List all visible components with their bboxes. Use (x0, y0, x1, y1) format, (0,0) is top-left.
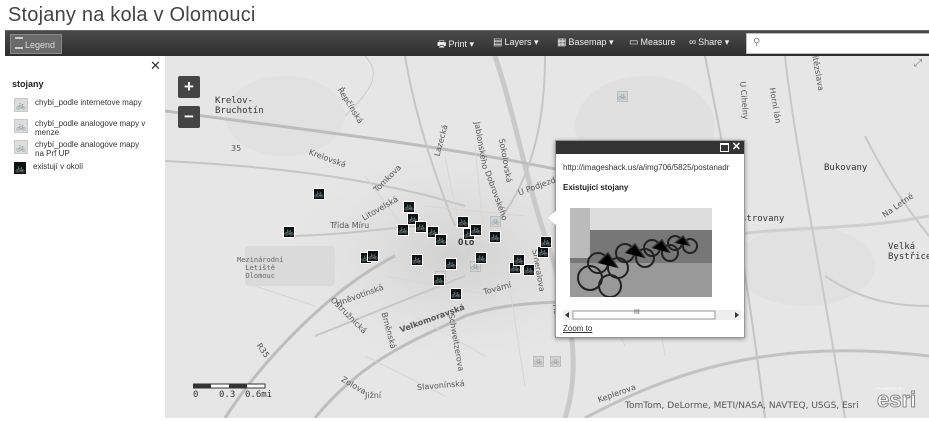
bicycle-icon[interactable]: 🚲 (435, 234, 447, 246)
print-label: Print (448, 39, 467, 49)
road-label: Třída Míru (330, 221, 370, 230)
esri-wordmark: esri (876, 387, 917, 412)
close-icon[interactable]: ✕ (150, 58, 161, 74)
printer-icon: 🖶 (437, 39, 447, 50)
popup-header: ✕ (556, 141, 744, 154)
measure-button[interactable]: ▭ Measure (629, 37, 675, 48)
bicycle-icon[interactable]: 🚲 (457, 216, 469, 228)
legend-item: 🚲 chybí_podle analogove mapy v menze (14, 119, 150, 137)
link-icon: ∞ (689, 37, 697, 48)
legend-button[interactable]: Legend (10, 34, 62, 54)
share-label: Share (698, 37, 723, 47)
chevron-down-icon: ▾ (469, 39, 475, 49)
share-button[interactable]: ∞ Share ▾ (689, 37, 729, 48)
bicycle-icon[interactable]: 🚲 (450, 288, 462, 300)
zoom-in-button[interactable]: + (178, 76, 200, 98)
bicycle-icon[interactable]: 🚲 (617, 91, 628, 102)
bicycle-icon[interactable]: 🚲 (540, 236, 552, 248)
place-letiste: Mezinárodní Letiště Olomouc (237, 256, 284, 280)
road-label: Jižní (365, 391, 382, 400)
chevron-down-icon: ▾ (724, 37, 730, 47)
basemap-button[interactable]: ▦ Basemap ▾ (557, 37, 614, 48)
maximize-icon[interactable] (720, 143, 729, 152)
list-icon (15, 37, 23, 49)
basemap-icon: ▦ (557, 37, 567, 48)
scale-label: 0 (193, 390, 199, 400)
map-view[interactable]: ⤢ + − Krelov- Bruchotín Bukovany Velká B… (165, 56, 929, 418)
popup-title: Existující stojany (563, 183, 629, 192)
bicycle-icon[interactable]: 🚲 (533, 356, 544, 367)
scroll-thumb-grip: III (634, 309, 640, 316)
bicycle-icon[interactable]: 🚲 (313, 188, 325, 200)
bicycle-icon[interactable]: 🚲 (513, 254, 525, 266)
bicycle-icon[interactable]: 🚲 (397, 224, 409, 236)
bicycle-icon[interactable]: 🚲 (415, 221, 427, 233)
popup-pointer (548, 211, 556, 225)
fullscreen-icon[interactable]: ⤢ (914, 58, 922, 69)
place-hostkovice: strovany (741, 214, 785, 224)
popup-scrollbar[interactable] (563, 310, 741, 320)
bicycle-icon[interactable]: 🚲 (470, 224, 482, 236)
info-popup: ✕ http://imageshack.us/a/img706/5825/pos… (548, 140, 745, 338)
legend-item: 🚲 chybí_podle internetove mapy (14, 98, 150, 112)
bicycle-icon[interactable]: 🚲 (433, 274, 445, 286)
legend-layer-title: stojany (12, 79, 44, 89)
bicycle-icon[interactable]: 🚲 (283, 226, 295, 238)
bicycle-icon[interactable]: 🚲 (475, 252, 487, 264)
bicycle-icon: 🚲 (14, 140, 28, 154)
measure-label: Measure (640, 37, 676, 47)
place-krelov-bruchotin: Krelov- Bruchotín (215, 96, 264, 116)
map-attribution: TomTom, DeLorme, METI/NASA, NAVTEQ, USGS… (625, 401, 859, 411)
zoom-to-link[interactable]: Zoom to (563, 324, 592, 333)
ruler-icon: ▭ (629, 37, 639, 48)
bicycle-icon[interactable]: 🚲 (550, 356, 561, 367)
bicycle-icon[interactable]: 🚲 (489, 231, 501, 243)
toolbar: Legend 🖶 Print ▾ ▤ Layers ▾ ▦ Basemap ▾ ▭ Me… (5, 30, 929, 57)
legend-item: 🚲 existují v okolí (14, 162, 148, 174)
bicycle-icon[interactable]: 🚲 (411, 254, 423, 266)
bicycle-icon[interactable]: 🚲 (490, 216, 501, 227)
legend-item-label: chybí_podle analogove mapy v menze (35, 119, 146, 137)
search-icon: ⚲ (753, 37, 761, 48)
layers-button[interactable]: ▤ Layers ▾ (493, 37, 539, 48)
legend-item-label: chybí_podle analogove mapy na Prf UP (35, 140, 140, 158)
scale-bar (193, 383, 266, 389)
bicycle-icon[interactable]: 🚲 (445, 258, 457, 270)
page-title: Stojany na kola v Olomouci (8, 4, 256, 26)
scale-label: 0.3 (219, 390, 236, 400)
esri-logo: POWERED BY esri (875, 386, 923, 412)
search-input[interactable] (765, 36, 929, 52)
bicycle-icon: 🚲 (14, 119, 28, 133)
bicycle-icon[interactable]: 🚲 (367, 250, 379, 262)
legend-label: Legend (25, 40, 56, 50)
print-button[interactable]: 🖶 Print ▾ (437, 37, 474, 54)
scale-label: 0.6mi (245, 390, 273, 400)
popup-url: http://imageshack.us/a/img706/5825/posta… (563, 163, 730, 172)
place-bukovany: Bukovany (824, 163, 868, 173)
bicycle-rack-photo (570, 208, 712, 297)
legend-panel: ✕ stojany 🚲 chybí_podle internetove mapy… (5, 56, 166, 418)
legend-item-label: existují v okolí (33, 162, 84, 171)
search-box[interactable]: ⚲ (746, 33, 929, 54)
chevron-down-icon: ▾ (533, 37, 539, 47)
bicycle-icon[interactable]: 🚲 (403, 201, 415, 213)
place-velka-bystrice: Velká Bystřice (888, 242, 929, 262)
bicycle-icon: 🚲 (14, 162, 26, 174)
basemap-label: Basemap (568, 37, 607, 47)
layers-icon: ▤ (493, 37, 503, 48)
zoom-out-button[interactable]: − (178, 106, 200, 128)
chevron-down-icon: ▾ (609, 37, 614, 47)
bicycle-icon: 🚲 (14, 98, 28, 112)
legend-item: 🚲 chybí_podle analogove mapy na Prf UP (14, 140, 150, 158)
road-label: 35 (231, 144, 242, 153)
legend-item-label: chybí_podle internetove mapy (35, 98, 142, 107)
close-icon[interactable]: ✕ (732, 140, 741, 153)
layers-label: Layers (504, 37, 532, 47)
